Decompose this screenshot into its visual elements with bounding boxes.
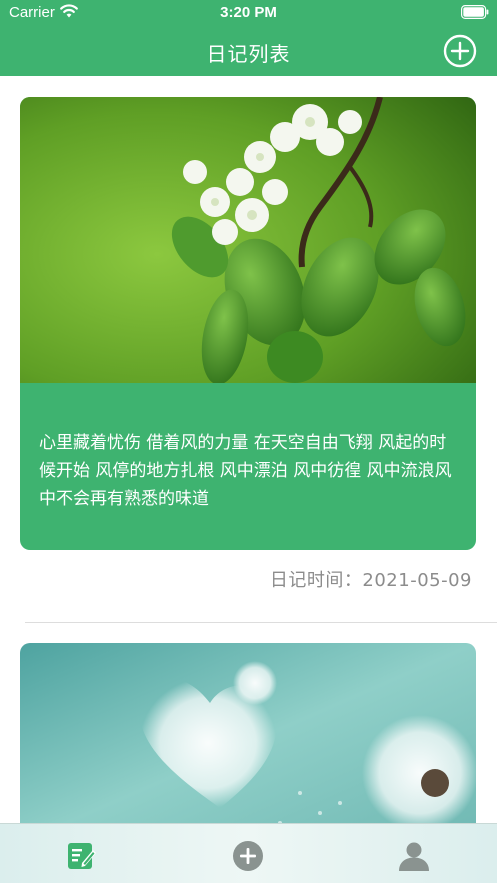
- dandelion-photo: [20, 643, 476, 823]
- page-title: 日记列表: [206, 42, 291, 66]
- diary-text: 心里藏着忧伤 借着风的力量 在天空自由飞翔 风起的时候开始 风停的地方扎根 风中…: [39, 433, 452, 509]
- diary-time: 日记时间：2021-05-09: [269, 570, 472, 591]
- battery-icon: [461, 5, 489, 19]
- diary-list[interactable]: 心里藏着忧伤 借着风的力量 在天空自由飞翔 风起的时候开始 风停的地方扎根 风中…: [0, 76, 497, 823]
- tab-profile-icon[interactable]: [398, 840, 430, 872]
- status-time: 3:20 PM: [220, 4, 277, 21]
- header: Carrier 3:20 PM 日记列表: [0, 0, 497, 76]
- divider: [25, 622, 497, 623]
- tab-add-circle-icon[interactable]: [232, 840, 264, 872]
- diary-card[interactable]: 心里藏着忧伤 借着风的力量 在天空自由飞翔 风起的时候开始 风停的地方扎根 风中…: [20, 97, 476, 550]
- tab-bar: [0, 823, 497, 883]
- status-bar: Carrier 3:20 PM: [0, 0, 497, 26]
- pear-blossom-photo: [20, 97, 476, 383]
- diary-card[interactable]: [20, 643, 476, 823]
- add-diary-button[interactable]: [443, 34, 477, 68]
- tab-diary-edit-icon[interactable]: [66, 840, 98, 872]
